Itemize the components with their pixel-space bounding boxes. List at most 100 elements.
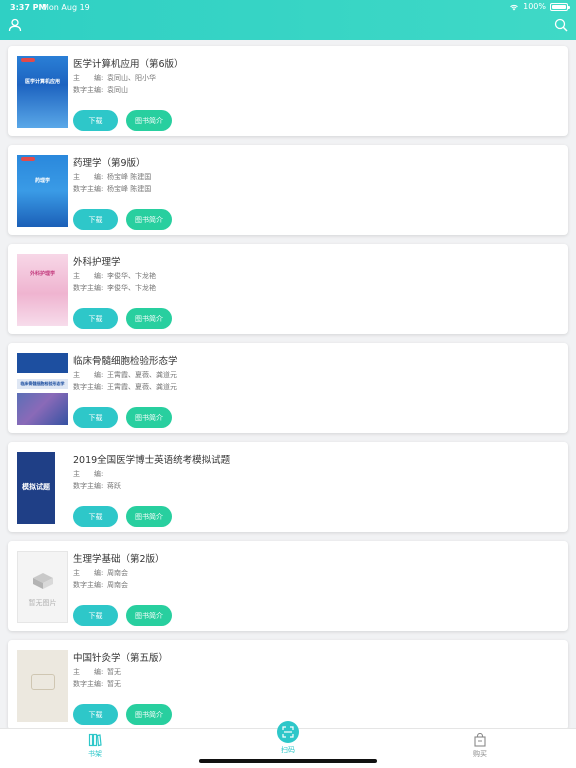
book-list: 医学计算机应用 医学计算机应用（第6版） 主 编: 袁同山、阳小华 数字主编: 袁同… bbox=[0, 40, 576, 728]
book-intro-button[interactable]: 图书简介 bbox=[126, 209, 172, 230]
editor-key: 主 编: bbox=[73, 74, 104, 82]
cover-title: 医学计算机应用 bbox=[24, 79, 60, 85]
cover-band bbox=[17, 353, 68, 373]
editor-value: 王霄霞、夏薇、龚道元 bbox=[107, 371, 177, 379]
editor-value: 杨宝峰 陈建国 bbox=[107, 173, 152, 181]
digital-editor-key: 数字主编: bbox=[73, 383, 104, 391]
tab-purchase[interactable]: 购买 bbox=[460, 733, 500, 759]
download-button[interactable]: 下载 bbox=[73, 704, 118, 725]
digital-editor-value: 袁同山 bbox=[107, 86, 128, 94]
battery-percent: 100% bbox=[523, 2, 546, 11]
cover-seal bbox=[31, 674, 55, 690]
editor-key: 主 编: bbox=[73, 272, 104, 280]
download-button[interactable]: 下载 bbox=[73, 308, 118, 329]
book-title: 2019全国医学博士英语统考模拟试题 bbox=[73, 455, 231, 466]
digital-editor-key: 数字主编: bbox=[73, 86, 104, 94]
book-cover[interactable]: 医学计算机应用 bbox=[17, 56, 68, 128]
book-digital-editor: 数字主编: 蒋跃 bbox=[73, 481, 121, 491]
editor-value: 周南会 bbox=[107, 569, 128, 577]
digital-editor-value: 暂无 bbox=[107, 680, 121, 688]
book-cover[interactable]: 暂无图片 bbox=[17, 551, 68, 623]
no-image-text: 暂无图片 bbox=[28, 599, 57, 607]
book-intro-button[interactable]: 图书简介 bbox=[126, 308, 172, 329]
book-cover[interactable]: 模拟试题 bbox=[17, 452, 68, 524]
cover-title: 外科护理学 bbox=[29, 271, 55, 277]
wifi-icon bbox=[510, 4, 518, 10]
book-digital-editor: 数字主编: 李俊华、卞龙艳 bbox=[73, 283, 156, 293]
book-digital-editor: 数字主编: 周南会 bbox=[73, 580, 128, 590]
book-card[interactable]: 外科护理学 外科护理学 主 编: 李俊华、卞龙艳 数字主编: 李俊华、卞龙艳 下载 … bbox=[8, 244, 568, 334]
tab-label: 扫码 bbox=[281, 746, 295, 754]
book-digital-editor: 数字主编: 杨宝峰 陈建国 bbox=[73, 184, 151, 194]
editor-value: 李俊华、卞龙艳 bbox=[107, 272, 156, 280]
editor-key: 主 编: bbox=[73, 470, 104, 478]
book-cover[interactable]: 外科护理学 bbox=[17, 254, 68, 326]
tab-label: 购买 bbox=[473, 750, 487, 758]
home-indicator bbox=[199, 759, 377, 763]
download-button[interactable]: 下载 bbox=[73, 506, 118, 527]
search-icon[interactable] bbox=[554, 18, 568, 32]
status-right: 100% bbox=[509, 2, 570, 11]
download-button[interactable]: 下载 bbox=[73, 407, 118, 428]
book-cover[interactable]: 药理学 bbox=[17, 155, 68, 227]
book-intro-button[interactable]: 图书简介 bbox=[126, 110, 172, 131]
book-card[interactable]: 中国针灸学（第五版） 主 编: 暂无 数字主编: 暂无 下载 图书简介 bbox=[8, 640, 568, 728]
cover-title: 模拟试题 bbox=[22, 483, 50, 491]
book-card[interactable]: 药理学 药理学（第9版） 主 编: 杨宝峰 陈建国 数字主编: 杨宝峰 陈建国 下载… bbox=[8, 145, 568, 235]
book-card[interactable]: 临床骨髓细胞检验形态学 临床骨髓细胞检验形态学 主 编: 王霄霞、夏薇、龚道元 数… bbox=[8, 343, 568, 433]
cover-title: 药理学 bbox=[34, 178, 50, 184]
placeholder-book-icon bbox=[33, 573, 53, 589]
book-intro-button[interactable]: 图书简介 bbox=[126, 605, 172, 626]
book-editor: 主 编: 杨宝峰 陈建国 bbox=[73, 172, 151, 182]
book-cover[interactable]: 临床骨髓细胞检验形态学 bbox=[17, 353, 68, 425]
book-card[interactable]: 医学计算机应用 医学计算机应用（第6版） 主 编: 袁同山、阳小华 数字主编: 袁同… bbox=[8, 46, 568, 136]
book-intro-button[interactable]: 图书简介 bbox=[126, 704, 172, 725]
shopping-bag-icon bbox=[474, 733, 486, 747]
download-button[interactable]: 下载 bbox=[73, 110, 118, 131]
download-button[interactable]: 下载 bbox=[73, 209, 118, 230]
cover-logo bbox=[21, 58, 35, 62]
status-date: Mon Aug 19 bbox=[42, 3, 90, 12]
tab-scan[interactable]: 扫码 bbox=[268, 721, 308, 755]
editor-value: 暂无 bbox=[107, 668, 121, 676]
cover-logo bbox=[21, 157, 35, 161]
digital-editor-value: 王霄霞、夏薇、龚道元 bbox=[107, 383, 177, 391]
digital-editor-value: 杨宝峰 陈建国 bbox=[107, 185, 152, 193]
editor-key: 主 编: bbox=[73, 668, 104, 676]
book-cover[interactable] bbox=[17, 650, 68, 722]
book-editor: 主 编: 周南会 bbox=[73, 568, 128, 578]
book-title: 生理学基础（第2版） bbox=[73, 554, 165, 565]
tab-label: 书架 bbox=[88, 750, 102, 758]
book-title: 药理学（第9版） bbox=[73, 158, 146, 169]
cover-strip bbox=[55, 452, 68, 524]
book-editor: 主 编: 暂无 bbox=[73, 667, 121, 677]
book-digital-editor: 数字主编: 王霄霞、夏薇、龚道元 bbox=[73, 382, 177, 392]
tab-bookshelf[interactable]: 书架 bbox=[75, 733, 115, 759]
book-intro-button[interactable]: 图书简介 bbox=[126, 506, 172, 527]
book-digital-editor: 数字主编: 袁同山 bbox=[73, 85, 128, 95]
book-card[interactable]: 暂无图片 生理学基础（第2版） 主 编: 周南会 数字主编: 周南会 下载 图书简介 bbox=[8, 541, 568, 631]
book-editor: 主 编: 袁同山、阳小华 bbox=[73, 73, 156, 83]
editor-key: 主 编: bbox=[73, 371, 104, 379]
download-button[interactable]: 下载 bbox=[73, 605, 118, 626]
digital-editor-key: 数字主编: bbox=[73, 284, 104, 292]
book-editor: 主 编: 李俊华、卞龙艳 bbox=[73, 271, 156, 281]
battery-icon bbox=[550, 2, 570, 11]
digital-editor-value: 周南会 bbox=[107, 581, 128, 589]
book-card[interactable]: 模拟试题 2019全国医学博士英语统考模拟试题 主 编: 数字主编: 蒋跃 下载 … bbox=[8, 442, 568, 532]
book-title: 临床骨髓细胞检验形态学 bbox=[73, 356, 178, 367]
digital-editor-value: 蒋跃 bbox=[107, 482, 121, 490]
user-icon[interactable] bbox=[8, 18, 22, 32]
top-bar: 3:37 PM Mon Aug 19 100% bbox=[0, 0, 576, 40]
book-intro-button[interactable]: 图书简介 bbox=[126, 407, 172, 428]
editor-key: 主 编: bbox=[73, 569, 104, 577]
digital-editor-value: 李俊华、卞龙艳 bbox=[107, 284, 156, 292]
cover-image bbox=[17, 393, 68, 425]
scan-icon bbox=[277, 721, 299, 743]
book-title: 医学计算机应用（第6版） bbox=[73, 59, 184, 70]
book-editor: 主 编: 王霄霞、夏薇、龚道元 bbox=[73, 370, 177, 380]
status-bar: 3:37 PM Mon Aug 19 100% bbox=[0, 0, 576, 14]
digital-editor-key: 数字主编: bbox=[73, 680, 104, 688]
editor-value: 袁同山、阳小华 bbox=[107, 74, 156, 82]
book-title: 外科护理学 bbox=[73, 257, 121, 268]
